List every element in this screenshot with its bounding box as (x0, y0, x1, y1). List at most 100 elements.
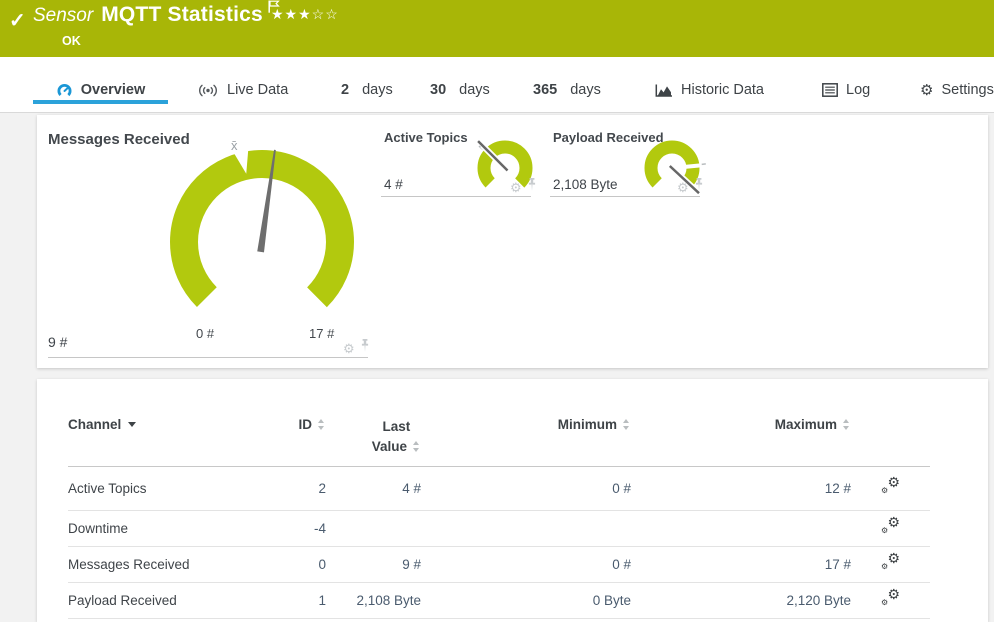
gear-icon: ⚙ (881, 486, 889, 495)
widget-divider (381, 196, 531, 197)
gear-icon: ⚙ (881, 598, 889, 607)
messages-received-gauge (170, 147, 354, 334)
tab-historic-data[interactable]: Historic Data (655, 68, 764, 112)
tab-live-data[interactable]: Live Data (197, 68, 288, 112)
column-label: Maximum (774, 417, 837, 432)
sort-icon[interactable] (412, 441, 421, 453)
gear-icon: ⚙ (881, 562, 889, 571)
column-header-id[interactable]: ID (258, 415, 326, 467)
channel-last-value: 2,108 Byte (326, 582, 421, 619)
gauge-max-label: 17 # (309, 326, 335, 341)
stars-filled[interactable]: ★★★ (271, 6, 312, 22)
column-label: Minimum (557, 417, 617, 432)
tab-2-days[interactable]: 2 days (341, 68, 393, 112)
widget-gear-icon[interactable]: ⚙ (677, 181, 689, 194)
channel-minimum (421, 510, 631, 547)
channel-minimum: 0 # (421, 466, 631, 511)
channel-maximum: 2,120 Byte (631, 582, 851, 619)
tab-label: Historic Data (681, 82, 764, 98)
tab-label: days (362, 82, 393, 98)
tab-30-days[interactable]: 30 days (430, 68, 490, 112)
column-label: Value (371, 439, 407, 455)
channel-id: 1 (258, 582, 326, 619)
column-header-last-value[interactable]: Last Value (326, 415, 421, 467)
gear-icon: ⚙ (887, 474, 900, 490)
active-topics-controls: ⚙ (510, 178, 537, 196)
gauge-min-label: 0 # (196, 326, 215, 341)
table-header-row: Channel ID Last Value Minimum Maximum (68, 415, 930, 467)
gauge-icon (56, 82, 73, 99)
widget-pin-icon[interactable] (527, 178, 537, 196)
sort-icon[interactable] (842, 419, 851, 430)
sensor-header: ✓ Sensor MQTT Statistics ★★★☆☆ OK (0, 0, 994, 57)
broadcast-icon (197, 83, 219, 98)
channel-name[interactable]: Downtime (68, 510, 258, 547)
channel-name[interactable]: Payload Received (68, 582, 258, 619)
channel-name[interactable]: Messages Received (68, 546, 258, 583)
gear-icon: ⚙ (920, 81, 934, 99)
channel-settings-button[interactable]: ⚙ ⚙ (881, 514, 900, 535)
column-header-actions (851, 415, 930, 467)
channel-maximum: 17 # (631, 546, 851, 583)
tab-overview[interactable]: Overview (33, 68, 168, 112)
gauges-panel: Messages Received x̄ 0 # 17 # 9 # ⚙ Acti… (37, 115, 988, 368)
tab-settings[interactable]: ⚙ Settings (920, 68, 994, 112)
stars-empty[interactable]: ☆☆ (312, 6, 339, 22)
channel-settings-button[interactable]: ⚙ ⚙ (881, 474, 900, 495)
channel-minimum: 0 Byte (421, 582, 631, 619)
gear-icon: ⚙ (887, 586, 900, 602)
tab-log[interactable]: Log (822, 68, 870, 112)
log-list-icon (822, 83, 838, 97)
chevron-down-icon[interactable] (128, 422, 137, 427)
tab-label: Live Data (227, 82, 289, 98)
object-kind-label: Sensor (33, 5, 94, 26)
sort-icon[interactable] (622, 419, 631, 430)
widget-divider (550, 196, 700, 197)
active-topics-title: Active Topics (384, 130, 468, 145)
sensor-title: MQTT Statistics (101, 3, 263, 26)
channels-table: Channel ID Last Value Minimum Maximum Act… (68, 415, 930, 619)
channel-settings-button[interactable]: ⚙ ⚙ (881, 586, 900, 607)
tab-number: 2 (341, 82, 350, 98)
column-label: Last (382, 419, 411, 434)
tab-label: Log (846, 82, 871, 98)
column-header-channel[interactable]: Channel (68, 415, 258, 467)
column-label: Channel (68, 417, 122, 432)
channels-panel: Channel ID Last Value Minimum Maximum Act… (37, 379, 988, 622)
widget-pin-icon[interactable] (360, 339, 370, 357)
channel-id: 0 (258, 546, 326, 583)
sensor-status-badge: OK (62, 34, 81, 48)
status-ok-check-icon: ✓ (9, 10, 26, 32)
widget-gear-icon[interactable]: ⚙ (510, 181, 522, 194)
tab-label: days (570, 82, 601, 98)
tab-label: Overview (80, 82, 146, 98)
table-row[interactable]: Active Topics 2 4 # 0 # 12 # ⚙ ⚙ (68, 466, 930, 511)
sort-icon[interactable] (317, 419, 326, 430)
priority-stars[interactable]: ★★★☆☆ (271, 6, 339, 23)
widget-divider (48, 357, 368, 358)
gear-icon: ⚙ (887, 514, 900, 530)
payload-received-controls: ⚙ (677, 178, 704, 196)
tab-number: 30 (430, 82, 447, 98)
widget-gear-icon[interactable]: ⚙ (343, 342, 355, 355)
column-header-minimum[interactable]: Minimum (421, 415, 631, 467)
tab-number: 365 (533, 82, 558, 98)
active-topics-value: 4 # (384, 177, 403, 192)
main-gauge-controls: ⚙ (343, 339, 370, 357)
column-header-maximum[interactable]: Maximum (631, 415, 851, 467)
area-chart-icon (655, 83, 673, 98)
column-label: ID (298, 417, 313, 432)
table-row[interactable]: Payload Received 1 2,108 Byte 0 Byte 2,1… (68, 582, 930, 619)
channel-settings-button[interactable]: ⚙ ⚙ (881, 550, 900, 571)
channel-last-value: 4 # (326, 466, 421, 511)
channel-name[interactable]: Active Topics (68, 466, 258, 511)
channel-maximum (631, 510, 851, 547)
table-row[interactable]: Downtime -4 ⚙ ⚙ (68, 510, 930, 547)
channel-minimum: 0 # (421, 546, 631, 583)
gear-icon: ⚙ (887, 550, 900, 566)
table-row[interactable]: Messages Received 0 9 # 0 # 17 # ⚙ ⚙ (68, 546, 930, 583)
main-gauge-current-value: 9 # (48, 334, 68, 350)
tab-label: days (459, 82, 490, 98)
tab-365-days[interactable]: 365 days (533, 68, 601, 112)
widget-pin-icon[interactable] (694, 178, 704, 196)
